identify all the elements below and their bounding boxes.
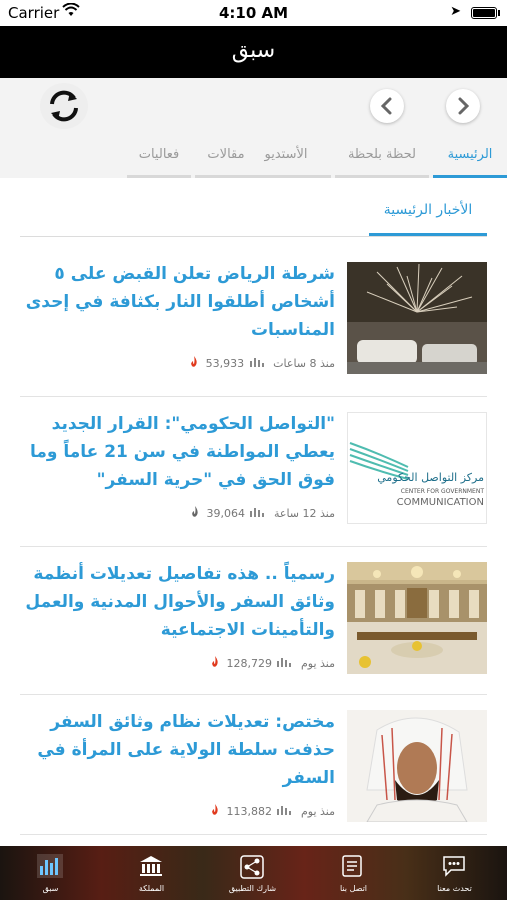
article-views: 39,064: [206, 507, 245, 520]
chevron-right-icon: [458, 97, 470, 115]
tabbar-label: المملكة: [138, 884, 165, 893]
section-title: الأخبار الرئيسية: [369, 196, 487, 236]
tabbar-item-chat[interactable]: تحدث معنا: [404, 846, 505, 900]
article-meta: منذ يوم 128,729: [211, 656, 335, 671]
tabbar-label: تحدث معنا: [437, 884, 472, 893]
tab-live[interactable]: لحظة بلحظة: [335, 134, 429, 178]
app-title: سبق: [231, 38, 276, 63]
refresh-icon: [50, 90, 78, 122]
section-divider: [20, 236, 487, 237]
logo-arabic: مركز التواصل الحكومي: [377, 471, 484, 484]
chat-icon: [443, 856, 465, 877]
article-card[interactable]: شرطة الرياض تعلن القبض على ٥ أشخاص أطلقو…: [20, 252, 487, 378]
location-icon: ➤: [450, 4, 461, 19]
article-card[interactable]: مختص: تعديلات نظام وثائق السفر حذفت سلطة…: [20, 700, 487, 826]
tab-events[interactable]: فعاليات: [127, 134, 191, 178]
bank-icon: [140, 856, 162, 876]
category-tabs: الرئيسية لحظة بلحظة الأستديو مقالات فعال…: [0, 134, 507, 178]
article-card[interactable]: رسمياً .. هذه تفاصيل تعديلات أنظمة وثائق…: [20, 552, 487, 678]
flame-icon: [190, 356, 198, 371]
article-thumbnail: [347, 262, 487, 374]
battery-tip: [498, 10, 500, 16]
article-card[interactable]: مركز التواصل الحكومي CENTER FOR GOVERNME…: [20, 402, 487, 528]
tabbar-item-kingdom[interactable]: المملكة: [101, 846, 202, 900]
status-bar: Carrier 4:10 AM ➤: [0, 0, 507, 26]
contact-icon: [342, 855, 362, 877]
article-divider: [20, 546, 487, 547]
views-chart-icon: [277, 805, 292, 818]
article-divider: [20, 694, 487, 695]
article-time: منذ يوم: [300, 805, 335, 818]
tab-articles[interactable]: مقالات: [195, 134, 257, 178]
bar-chart-icon: [37, 854, 63, 878]
article-meta: منذ 12 ساعة 39,064: [191, 506, 335, 521]
chevron-left-icon: [380, 97, 392, 115]
article-divider: [20, 834, 487, 835]
tab-home[interactable]: الرئيسية: [433, 134, 507, 178]
next-button[interactable]: [446, 89, 480, 123]
views-chart-icon: [249, 357, 264, 370]
article-headline[interactable]: رسمياً .. هذه تفاصيل تعديلات أنظمة وثائق…: [20, 560, 335, 644]
article-views: 113,882: [226, 805, 272, 818]
toolbar: [0, 78, 507, 134]
tabbar-item-sabq[interactable]: سبق: [0, 846, 101, 900]
article-time: منذ يوم: [300, 657, 335, 670]
flame-icon: [211, 656, 219, 671]
flame-icon: [191, 506, 199, 521]
article-time: منذ 8 ساعات: [273, 357, 335, 370]
article-time: منذ 12 ساعة: [273, 507, 335, 520]
tabbar-item-contact[interactable]: اتصل بنا: [303, 846, 404, 900]
refresh-button[interactable]: [40, 83, 88, 129]
previous-button[interactable]: [370, 89, 404, 123]
article-thumbnail: [347, 562, 487, 674]
bottom-tab-bar: سبق المملكة شارك التطبيق اتصل بنا تحدث م…: [0, 846, 507, 900]
article-thumbnail: [347, 710, 487, 822]
article-headline[interactable]: مختص: تعديلات نظام وثائق السفر حذفت سلطة…: [20, 708, 335, 792]
article-meta: منذ 8 ساعات 53,933: [190, 356, 335, 371]
clock: 4:10 AM: [218, 4, 289, 22]
flame-icon: [211, 804, 219, 819]
article-headline[interactable]: شرطة الرياض تعلن القبض على ٥ أشخاص أطلقو…: [20, 260, 335, 344]
tabbar-label: سبق: [42, 884, 59, 893]
article-headline[interactable]: "التواصل الحكومي": القرار الجديد يعطي ال…: [20, 410, 335, 494]
navigation-bar: سبق: [0, 26, 507, 78]
tabbar-label: شارك التطبيق: [228, 884, 277, 893]
logo-english-line1: CENTER FOR GOVERNMENT: [401, 488, 485, 495]
views-chart-icon: [277, 657, 292, 670]
article-views: 128,729: [226, 657, 272, 670]
views-chart-icon: [250, 507, 265, 520]
share-icon: [240, 855, 264, 879]
logo-english-line2: COMMUNICATION: [397, 497, 484, 508]
article-meta: منذ يوم 113,882: [211, 804, 335, 819]
tabbar-item-share[interactable]: شارك التطبيق: [202, 846, 303, 900]
article-views: 53,933: [205, 357, 245, 370]
article-thumbnail: مركز التواصل الحكومي CENTER FOR GOVERNME…: [347, 412, 487, 524]
tabbar-label: اتصل بنا: [339, 884, 368, 893]
article-divider: [20, 396, 487, 397]
battery-icon: [471, 7, 497, 19]
